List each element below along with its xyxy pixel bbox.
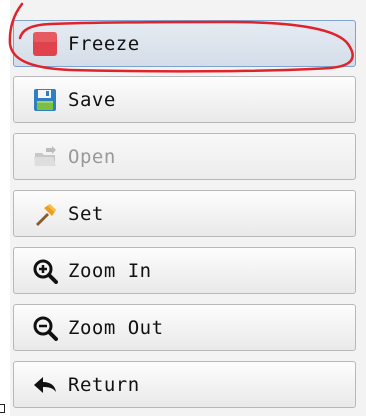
save-button[interactable]: Save xyxy=(13,76,356,123)
zoom-out-button[interactable]: Zoom Out xyxy=(13,304,356,351)
freeze-button[interactable]: Freeze xyxy=(13,20,356,67)
freeze-label: Freeze xyxy=(68,32,140,55)
zoom-in-label: Zoom In xyxy=(68,259,152,282)
return-arrow-icon xyxy=(31,371,59,399)
stop-square-icon xyxy=(31,30,59,58)
hammer-icon xyxy=(31,200,59,228)
panel-left-edge xyxy=(0,0,10,416)
zoom-in-icon xyxy=(31,257,59,285)
zoom-in-button[interactable]: Zoom In xyxy=(13,247,356,294)
set-button[interactable]: Set xyxy=(13,190,356,237)
open-button[interactable]: Open xyxy=(13,133,356,180)
save-label: Save xyxy=(68,88,116,111)
set-label: Set xyxy=(68,202,104,225)
toolbar-panel: Freeze Save Open Set Zoom In Zoom Out Re… xyxy=(0,0,366,416)
zoom-out-icon xyxy=(31,314,59,342)
open-label: Open xyxy=(68,145,116,168)
return-label: Return xyxy=(68,373,140,396)
return-button[interactable]: Return xyxy=(13,361,356,408)
zoom-out-label: Zoom Out xyxy=(68,316,164,339)
folder-open-icon xyxy=(31,143,59,171)
corner-mark xyxy=(0,404,5,413)
floppy-disk-icon xyxy=(31,86,59,114)
